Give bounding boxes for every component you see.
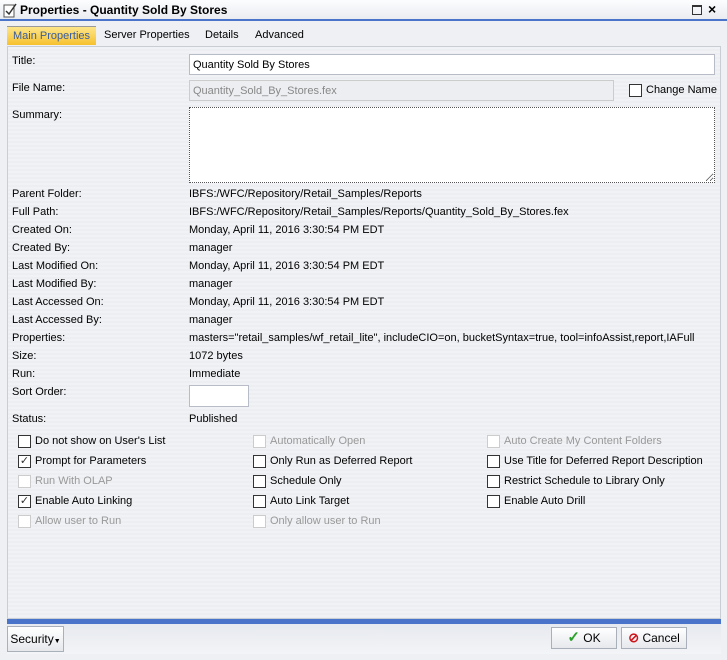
checkbox-box[interactable] [487, 455, 500, 468]
footer: Security▼ ✓ OK ⊘ Cancel [7, 624, 721, 654]
checkbox-box[interactable] [253, 435, 266, 448]
checkbox-box[interactable] [18, 475, 31, 488]
info-value: 1072 bytes [189, 350, 243, 362]
check-icon: ✓ [567, 629, 580, 646]
info-value: masters="retail_samples/wf_retail_lite",… [189, 332, 695, 344]
checkbox-box[interactable] [487, 495, 500, 508]
ok-button[interactable]: ✓ OK [551, 627, 617, 649]
info-value: Monday, April 11, 2016 3:30:54 PM EDT [189, 260, 385, 272]
sort-order-input[interactable] [189, 385, 249, 407]
info-value: Immediate [189, 368, 241, 380]
info-value: manager [189, 242, 233, 254]
info-label: Last Modified By: [12, 278, 97, 290]
info-label: Last Accessed By: [12, 314, 102, 326]
checkbox-box[interactable] [18, 515, 31, 528]
info-value: manager [189, 314, 233, 326]
checkbox-box[interactable] [629, 84, 642, 97]
info-value: IBFS:/WFC/Repository/Retail_Samples/Repo… [189, 188, 422, 200]
checkbox-box[interactable] [253, 515, 266, 528]
tab-main-properties[interactable]: Main Properties [7, 26, 97, 45]
info-value: IBFS:/WFC/Repository/Retail_Samples/Repo… [189, 206, 569, 218]
info-value: manager [189, 278, 233, 290]
properties-icon [3, 3, 17, 18]
window-title: Properties - Quantity Sold By Stores [20, 3, 228, 17]
security-button[interactable]: Security▼ [7, 626, 64, 652]
info-label: Created On: [12, 224, 72, 236]
info-label: Last Modified On: [12, 260, 99, 272]
title-label: Title: [12, 55, 36, 67]
checkbox-box[interactable] [18, 435, 31, 448]
checkbox-box[interactable]: ✓ [18, 455, 31, 468]
tab-details[interactable]: Details [199, 26, 245, 45]
info-label: Created By: [12, 242, 71, 254]
file-name-label: File Name: [12, 82, 66, 94]
summary-textarea[interactable] [189, 107, 715, 183]
status-label: Status: [12, 413, 47, 425]
checkbox-box[interactable] [487, 475, 500, 488]
status-value: Published [189, 413, 238, 425]
file-name-input[interactable] [189, 80, 614, 101]
tab-server-properties[interactable]: Server Properties [98, 26, 196, 45]
sort-order-label: Sort Order: [12, 386, 67, 398]
info-label: Size: [12, 350, 37, 362]
info-label: Full Path: [12, 206, 59, 218]
title-bar: Properties - Quantity Sold By Stores × [0, 0, 727, 21]
info-value: Monday, April 11, 2016 3:30:54 PM EDT [189, 296, 385, 308]
title-input[interactable] [189, 54, 715, 75]
maximize-icon[interactable] [692, 5, 702, 15]
checkbox-box[interactable]: ✓ [18, 495, 31, 508]
cancel-icon: ⊘ [628, 630, 640, 645]
cancel-button[interactable]: ⊘ Cancel [621, 627, 687, 649]
info-label: Parent Folder: [12, 188, 82, 200]
caret-down-icon: ▼ [53, 638, 61, 645]
summary-label: Summary: [12, 109, 63, 121]
info-label: Run: [12, 368, 36, 380]
tab-advanced[interactable]: Advanced [249, 26, 310, 45]
close-icon[interactable]: × [708, 1, 716, 17]
info-label: Properties: [12, 332, 66, 344]
checkbox-box[interactable] [487, 435, 500, 448]
info-label: Last Accessed On: [12, 296, 104, 308]
checkbox-box[interactable] [253, 475, 266, 488]
checkbox-box[interactable] [253, 495, 266, 508]
checkbox-box[interactable] [253, 455, 266, 468]
info-value: Monday, April 11, 2016 3:30:54 PM EDT [189, 224, 385, 236]
